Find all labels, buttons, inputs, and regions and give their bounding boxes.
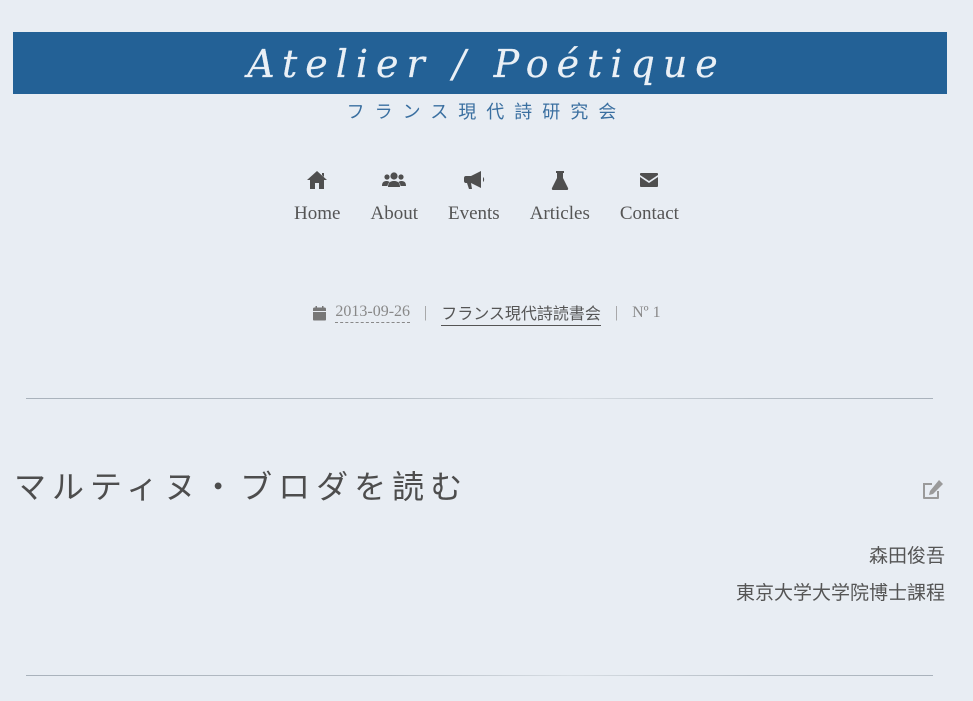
nav-label: Articles [529, 203, 590, 224]
site-title[interactable]: Atelier / Poétique [0, 34, 973, 94]
nav-item-about[interactable]: About [370, 168, 418, 225]
divider [26, 675, 933, 676]
home-icon [305, 168, 329, 192]
nav-label: Events [447, 203, 500, 224]
post-number: Nº 1 [632, 304, 661, 321]
users-icon [382, 168, 407, 192]
meta-separator: | [614, 304, 619, 321]
author-affiliation: 東京大学大学院博士課程 [735, 583, 945, 604]
author-name: 森田俊吾 [868, 546, 945, 567]
calendar-icon [312, 305, 327, 321]
post-meta: 2013-09-26 | フランス現代詩読書会 | Nº 1 [0, 300, 973, 326]
site-subtitle: フランス現代詩研究会 [346, 102, 627, 123]
nav-item-articles[interactable]: Articles [530, 168, 590, 225]
author-block: 森田俊吾 東京大学大学院博士課程 [736, 538, 945, 612]
nav-label: About [370, 203, 418, 224]
divider [26, 398, 933, 399]
flask-icon [548, 168, 572, 192]
nav-item-contact[interactable]: Contact [620, 168, 679, 225]
edit-icon[interactable] [920, 479, 944, 501]
nav-label: Contact [619, 203, 679, 224]
meta-separator: | [424, 304, 428, 321]
main-nav: Home About Events Articles Contact [0, 168, 973, 225]
article-title: マルティヌ・ブロダを読む [14, 468, 469, 506]
bullhorn-icon [462, 168, 486, 192]
post-date[interactable]: 2013-09-26 [335, 303, 411, 323]
nav-item-home[interactable]: Home [294, 168, 340, 225]
nav-item-events[interactable]: Events [448, 168, 500, 225]
post-category-link[interactable]: フランス現代詩読書会 [441, 300, 601, 326]
envelope-icon [637, 168, 661, 192]
page: Atelier / Poétique フランス現代詩研究会 Home About… [0, 0, 973, 701]
nav-label: Home [294, 203, 341, 224]
